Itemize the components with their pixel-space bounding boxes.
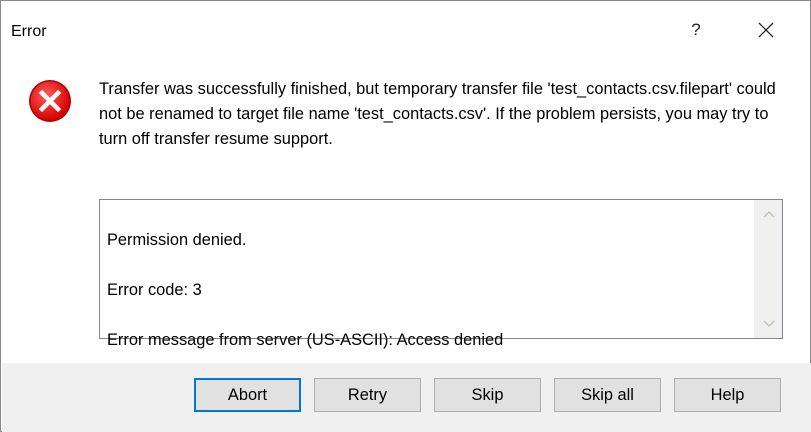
- details-line: Permission denied.: [107, 231, 247, 249]
- details-line: Error message from server (US-ASCII): Ac…: [107, 331, 504, 349]
- close-icon: [758, 22, 774, 38]
- details-line: Error code: 3: [107, 281, 202, 299]
- scroll-down-button[interactable]: [755, 312, 783, 336]
- dialog-title: Error: [11, 23, 47, 40]
- details-box[interactable]: Permission denied. Error code: 3 Error m…: [99, 199, 783, 349]
- help-button[interactable]: Help: [674, 378, 781, 412]
- retry-button[interactable]: Retry: [314, 378, 421, 412]
- help-title-button[interactable]: ?: [673, 11, 719, 49]
- help-icon: ?: [691, 20, 701, 39]
- vertical-scrollbar[interactable]: [754, 200, 782, 338]
- scroll-up-button[interactable]: [755, 202, 783, 226]
- chevron-up-icon: [763, 211, 775, 218]
- details-text: Permission denied. Error code: 3 Error m…: [107, 203, 747, 378]
- skip-button[interactable]: Skip: [434, 378, 541, 412]
- error-dialog: Error ? Transfer was successfully finish…: [0, 0, 811, 432]
- error-icon: [29, 80, 71, 122]
- skip-all-button[interactable]: Skip all: [554, 378, 661, 412]
- close-button[interactable]: [743, 11, 789, 49]
- abort-button[interactable]: Abort: [194, 378, 301, 412]
- button-bar: Abort Retry Skip Skip all Help: [2, 363, 811, 432]
- title-bar[interactable]: Error ?: [1, 1, 810, 49]
- error-message: Transfer was successfully finished, but …: [99, 80, 776, 148]
- chevron-down-icon: [763, 320, 775, 327]
